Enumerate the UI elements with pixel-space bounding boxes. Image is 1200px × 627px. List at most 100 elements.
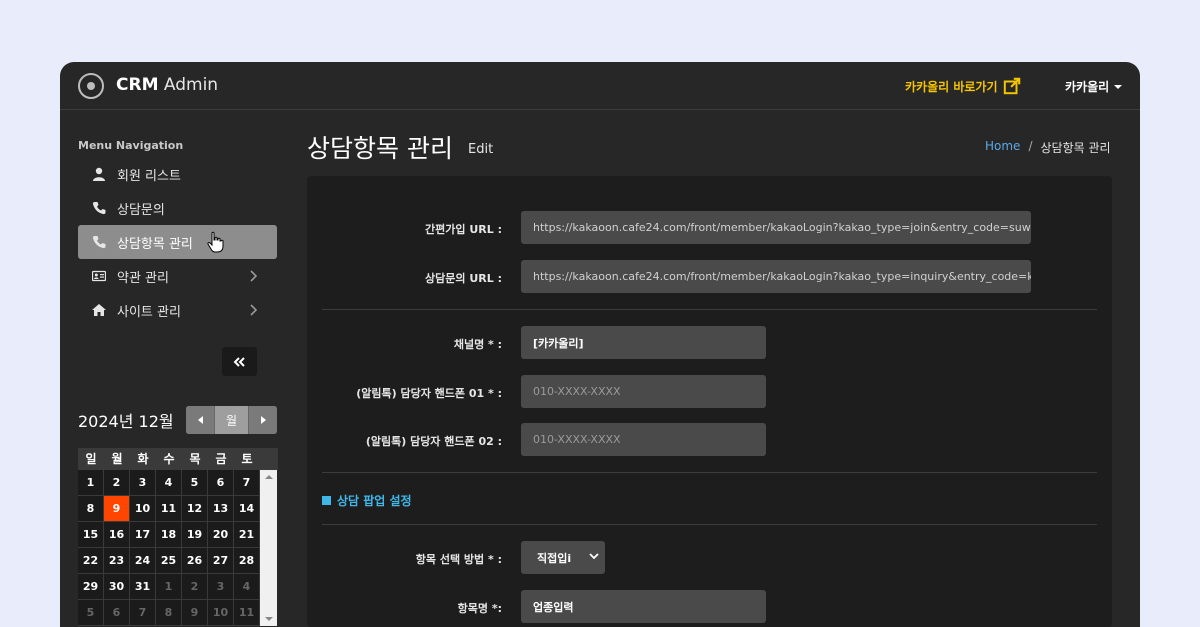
phone-icon — [92, 236, 106, 249]
calendar-day[interactable]: 11 — [234, 600, 260, 626]
calendar-day[interactable]: 10 — [208, 600, 234, 626]
sidebar-item-consult-items[interactable]: 상담항목 관리 — [78, 225, 277, 259]
calendar-day[interactable]: 9 — [104, 496, 130, 522]
breadcrumb-home-link[interactable]: Home — [985, 139, 1020, 156]
calendar-day[interactable]: 27 — [208, 548, 234, 574]
chevron-right-icon — [250, 304, 257, 316]
divider — [322, 309, 1097, 310]
home-icon — [92, 304, 106, 316]
sidebar: Menu Navigation 회원 리스트 상담문의 상담항목 관리 약관 관… — [78, 110, 278, 627]
calendar-day[interactable]: 24 — [130, 548, 156, 574]
calendar-scrollbar[interactable] — [260, 470, 277, 626]
method-select[interactable]: 직접입i — [521, 541, 605, 574]
calendar-day[interactable]: 25 — [156, 548, 182, 574]
calendar-day[interactable]: 7 — [130, 600, 156, 626]
calendar-day[interactable]: 15 — [78, 522, 104, 548]
chevron-down-icon — [589, 553, 599, 560]
calendar-day[interactable]: 18 — [156, 522, 182, 548]
calendar-day[interactable]: 2 — [104, 470, 130, 496]
calendar-day[interactable]: 9 — [182, 600, 208, 626]
calendar-day[interactable]: 6 — [104, 600, 130, 626]
calendar-day[interactable]: 12 — [182, 496, 208, 522]
calendar-day[interactable]: 22 — [78, 548, 104, 574]
join-url-field[interactable]: https://kakaoon.cafe24.com/front/member/… — [521, 211, 1031, 244]
method-select-value: 직접입i — [537, 551, 572, 565]
calendar-day[interactable]: 29 — [78, 574, 104, 600]
double-chevron-left-icon — [233, 356, 245, 367]
channel-name-field[interactable]: [카카올리] — [521, 326, 766, 359]
calendar-day[interactable]: 6 — [208, 470, 234, 496]
sidebar-item-label: 사이트 관리 — [117, 304, 181, 320]
sidebar-collapse-button[interactable] — [222, 347, 257, 376]
brand-rest: Admin — [163, 75, 219, 95]
calendar-day[interactable]: 16 — [104, 522, 130, 548]
calendar-day[interactable]: 5 — [78, 600, 104, 626]
sidebar-item-members[interactable]: 회원 리스트 — [78, 157, 277, 191]
calendar-day[interactable]: 8 — [78, 496, 104, 522]
calendar-day[interactable]: 2 — [182, 574, 208, 600]
calendar-day[interactable]: 1 — [78, 470, 104, 496]
calendar-day[interactable]: 13 — [208, 496, 234, 522]
nav-title: Menu Navigation — [78, 139, 184, 152]
weekday-label: 토 — [241, 452, 253, 466]
hand-cursor-icon — [207, 231, 224, 253]
phone2-label: (알림톡) 담당자 핸드폰 02 : — [365, 435, 502, 448]
logo-icon — [78, 73, 104, 99]
calendar-day[interactable]: 10 — [130, 496, 156, 522]
calendar-day[interactable]: 1 — [156, 574, 182, 600]
calendar-day[interactable]: 4 — [156, 470, 182, 496]
calendar-day[interactable]: 19 — [182, 522, 208, 548]
calendar-day[interactable]: 20 — [208, 522, 234, 548]
calendar-day[interactable]: 7 — [234, 470, 260, 496]
calendar-prev-button[interactable] — [186, 406, 214, 434]
breadcrumb-separator: / — [1028, 139, 1033, 153]
phone2-field[interactable]: 010-XXXX-XXXX — [521, 423, 766, 456]
calendar-day[interactable]: 4 — [234, 574, 260, 600]
join-url-label: 간편가입 URL : — [425, 223, 502, 236]
item-name-field[interactable]: 업종입력 — [521, 590, 766, 623]
calendar-day[interactable]: 21 — [234, 522, 260, 548]
weekday-label: 월 — [111, 452, 123, 466]
inquiry-url-label: 상담문의 URL : — [425, 272, 502, 285]
user-menu-dropdown[interactable]: 카카올리 — [1065, 78, 1123, 95]
divider — [322, 472, 1097, 473]
weekday-label: 목 — [189, 452, 201, 466]
calendar-weekdays: 일 월 화 수 목 금 토 — [78, 448, 278, 470]
sidebar-item-label: 약관 관리 — [117, 270, 169, 286]
brand-bold: CRM — [116, 75, 159, 95]
calendar-day[interactable]: 3 — [130, 470, 156, 496]
brand-title[interactable]: CRM Admin — [116, 75, 218, 95]
calendar-day[interactable]: 11 — [156, 496, 182, 522]
phone1-field[interactable]: 010-XXXX-XXXX — [521, 375, 766, 408]
sidebar-item-label: 상담문의 — [117, 202, 165, 218]
caret-right-icon — [260, 416, 266, 424]
calendar-day[interactable]: 23 — [104, 548, 130, 574]
calendar-day[interactable]: 8 — [156, 600, 182, 626]
user-name: 카카올리 — [1065, 80, 1110, 94]
calendar-day[interactable]: 5 — [182, 470, 208, 496]
divider — [322, 524, 1097, 525]
calendar-day[interactable]: 14 — [234, 496, 260, 522]
calendar-day[interactable]: 31 — [130, 574, 156, 600]
section-title: 상담 팝업 설정 — [322, 492, 412, 509]
caret-left-icon — [197, 416, 203, 424]
calendar-day[interactable]: 17 — [130, 522, 156, 548]
calendar-next-button[interactable] — [249, 406, 277, 434]
form-panel: 간편가입 URL : https://kakaoon.cafe24.com/fr… — [307, 176, 1112, 627]
kakao-shortcut-link[interactable]: 카카올리 바로가기 — [905, 77, 1021, 95]
sidebar-item-label: 회원 리스트 — [117, 168, 181, 184]
calendar-month-button[interactable]: 월 — [214, 406, 249, 434]
calendar-controls: 월 — [186, 406, 277, 434]
breadcrumb-current: 상담항목 관리 — [1040, 141, 1111, 155]
weekday-label: 금 — [215, 452, 227, 466]
sidebar-item-terms[interactable]: 약관 관리 — [78, 259, 277, 293]
calendar-day[interactable]: 28 — [234, 548, 260, 574]
calendar-day[interactable]: 26 — [182, 548, 208, 574]
sidebar-item-label: 상담항목 관리 — [117, 236, 193, 252]
inquiry-url-field[interactable]: https://kakaoon.cafe24.com/front/member/… — [521, 260, 1031, 293]
calendar-day[interactable]: 30 — [104, 574, 130, 600]
sidebar-item-inquiry[interactable]: 상담문의 — [78, 191, 277, 225]
calendar-day[interactable]: 3 — [208, 574, 234, 600]
kakao-link-label: 카카올리 바로가기 — [905, 79, 998, 94]
sidebar-item-site[interactable]: 사이트 관리 — [78, 293, 277, 327]
